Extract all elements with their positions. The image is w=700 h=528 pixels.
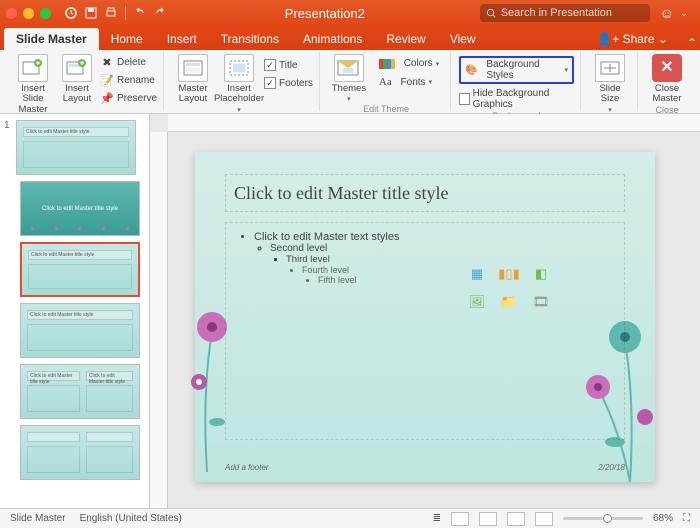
table-icon[interactable]: ▦ [464,263,490,285]
search-input[interactable]: Search in Presentation [480,4,650,22]
autosave-icon[interactable] [61,4,81,22]
print-icon[interactable] [101,4,121,22]
online-picture-icon[interactable]: 📁 [496,291,522,313]
normal-view-button[interactable] [451,512,469,526]
collapse-ribbon-icon[interactable]: ⌃ [684,36,700,50]
group-edit-master: Insert Slide Master Insert Layout ✖Delet… [6,52,164,111]
video-icon[interactable]: 🎞 [528,291,554,313]
status-view-mode: Slide Master [10,513,66,524]
layout-thumb[interactable] [20,425,140,480]
tab-view[interactable]: View [438,28,488,50]
close-icon: ✕ [652,54,682,82]
master-title-placeholder[interactable]: Click to edit Master title style [225,174,625,212]
zoom-slider[interactable] [563,517,643,520]
feedback-icon[interactable]: ☺ [660,5,674,21]
slide-canvas[interactable]: Click to edit Master title style Click t… [150,114,700,508]
chart-icon[interactable]: ▮▯▮ [496,263,522,285]
layout-thumb[interactable]: Click to edit Master title styleClick to… [20,364,140,419]
preserve-icon: 📌 [100,91,114,105]
chevron-down-icon[interactable]: ⌄ [674,4,694,22]
minimize-window-icon[interactable] [23,8,34,19]
master-footer: Add a footer 2/20/18 [225,463,625,472]
ribbon: Insert Slide Master Insert Layout ✖Delet… [0,50,700,114]
layout-thumb[interactable]: Click to edit Master title style [20,303,140,358]
title-bar: Presentation2 Search in Presentation ☺ ⌄ [0,0,700,26]
close-master-button[interactable]: ✕ Close Master [646,52,688,105]
footers-checkbox[interactable]: ✓Footers [264,76,313,90]
status-language[interactable]: English (United States) [80,513,182,524]
redo-icon[interactable] [150,4,170,22]
fit-to-window-button[interactable]: ⛶ [683,513,690,524]
notes-button[interactable]: ≣ [433,513,441,524]
footer-text-placeholder[interactable]: Add a footer [225,463,269,472]
tab-review[interactable]: Review [374,28,437,50]
layout-thumb-selected[interactable]: Click to edit Master title style [20,242,140,297]
title-checkbox[interactable]: ✓Title [264,58,313,72]
thumbnail-panel[interactable]: 1 Click to edit Master title style Click… [0,114,150,508]
search-placeholder: Search in Presentation [501,7,612,19]
insert-placeholder-button[interactable]: Insert Placeholder▾ [218,52,260,115]
group-close: ✕ Close Master Close [640,52,694,111]
picture-icon[interactable]: 🖼 [464,291,490,313]
slide-size-button[interactable]: Slide Size▾ [589,52,631,115]
main-area: 1 Click to edit Master title style Click… [0,114,700,508]
delete-icon: ✖ [100,55,114,69]
vertical-ruler [150,132,168,508]
footer-date-placeholder[interactable]: 2/20/18 [598,463,625,472]
paint-bucket-icon: 🎨 [465,65,477,76]
group-master-layout: Master Layout Insert Placeholder▾ ✓Title… [166,52,320,111]
master-layout-button[interactable]: Master Layout [172,52,214,115]
status-bar: Slide Master English (United States) ≣ 6… [0,508,700,528]
insert-layout-button[interactable]: Insert Layout [56,52,98,115]
layout-thumb[interactable]: Click to edit Master title style [16,120,136,175]
rename-icon: 📝 [100,73,114,87]
tab-transitions[interactable]: Transitions [209,28,291,50]
preserve-button[interactable]: 📌Preserve [100,90,157,106]
delete-button[interactable]: ✖Delete [100,54,157,70]
tab-insert[interactable]: Insert [155,28,209,50]
hide-background-checkbox[interactable]: Hide Background Graphics [459,87,574,111]
background-styles-dropdown[interactable]: 🎨 Background Styles ▾ [459,56,574,84]
zoom-level[interactable]: 68% [653,513,673,524]
maximize-window-icon[interactable] [40,8,51,19]
ribbon-tabs: Slide Master Home Insert Transitions Ani… [0,26,700,50]
smartart-icon[interactable]: ◧ [528,263,554,285]
close-window-icon[interactable] [6,8,17,19]
tab-home[interactable]: Home [99,28,155,50]
save-icon[interactable] [81,4,101,22]
undo-icon[interactable] [130,4,150,22]
share-button[interactable]: 👤+ Share ⌄ [591,28,674,50]
group-background: 🎨 Background Styles ▾ Hide Background Gr… [453,52,581,111]
fonts-dropdown[interactable]: Aa Fonts ▾ [374,74,444,90]
tab-slide-master[interactable]: Slide Master [4,28,99,50]
layout-thumb[interactable]: Click to edit Master title style [20,181,140,236]
window-controls [6,8,51,19]
master-body-placeholder[interactable]: Click to edit Master text styles Second … [225,222,625,440]
colors-dropdown[interactable]: Colors ▾ [374,56,444,71]
group-size: Slide Size▾ Size [583,52,638,111]
tab-animations[interactable]: Animations [291,28,374,50]
horizontal-ruler [168,114,700,132]
reading-view-button[interactable] [507,512,525,526]
themes-button[interactable]: Themes▾ [328,52,370,104]
insert-slide-master-button[interactable]: Insert Slide Master [12,52,54,115]
rename-button[interactable]: 📝Rename [100,72,157,88]
document-title: Presentation2 [170,6,480,21]
sorter-view-button[interactable] [479,512,497,526]
slide: Click to edit Master title style Click t… [195,152,655,482]
content-placeholder-icons: ▦ ▮▯▮ ◧ 🖼 📁 🎞 [464,263,554,313]
group-edit-theme: Themes▾ Colors ▾ Aa Fonts ▾ Edit Theme [322,52,451,111]
slideshow-button[interactable] [535,512,553,526]
